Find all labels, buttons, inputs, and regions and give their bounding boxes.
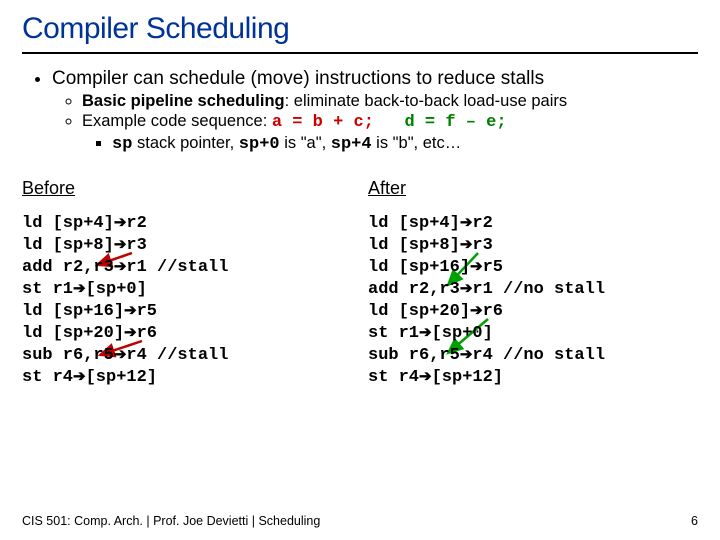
arrow-icon: ➔: [470, 257, 483, 277]
b-line8: st r4➔[sp+12]: [22, 367, 352, 389]
code-comparison: Before ld [sp+4]➔r2 ld [sp+8]➔r3 add r2,…: [22, 178, 698, 389]
bullet-list: Compiler can schedule (move) instruction…: [22, 68, 698, 154]
b-line1: ld [sp+4]➔r2: [22, 213, 352, 235]
a-line6: st r1➔[sp+0]: [368, 323, 698, 345]
code-expr-1: a = b + c;: [272, 113, 374, 132]
page-title: Compiler Scheduling: [22, 12, 698, 54]
bullet-1-text: Compiler can schedule (move) instruction…: [52, 68, 544, 89]
a-line3: ld [sp+16]➔r5: [368, 257, 698, 279]
sub1-rest: : eliminate back-to-back load-use pairs: [285, 92, 567, 110]
before-column: Before ld [sp+4]➔r2 ld [sp+8]➔r3 add r2,…: [22, 178, 352, 389]
bold-term: Basic pipeline scheduling: [82, 92, 285, 110]
sp4-desc: is "b", etc…: [372, 134, 462, 152]
arrow-icon: ➔: [124, 323, 137, 343]
arrow-icon: ➔: [73, 367, 86, 387]
before-code: ld [sp+4]➔r2 ld [sp+8]➔r3 add r2,r3➔r1 /…: [22, 213, 352, 389]
sp-desc: stack pointer,: [132, 134, 238, 152]
a-line1: ld [sp+4]➔r2: [368, 213, 698, 235]
a-line4: add r2,r3➔r1 //no stall: [368, 279, 698, 301]
arrow-icon: ➔: [460, 235, 473, 255]
arrow-icon: ➔: [419, 367, 432, 387]
a-line2: ld [sp+8]➔r3: [368, 235, 698, 257]
code-expr-2: d = f – e;: [405, 113, 507, 132]
sp0-code: sp+0: [239, 135, 280, 154]
sp0-desc: is "a",: [280, 134, 331, 152]
b-line7: sub r6,r5➔r4 //stall: [22, 345, 352, 367]
arrow-icon: ➔: [419, 323, 432, 343]
subbullet-1: Basic pipeline scheduling: eliminate bac…: [82, 92, 698, 111]
footer: CIS 501: Comp. Arch. | Prof. Joe Deviett…: [22, 514, 698, 528]
arrow-icon: ➔: [114, 345, 127, 365]
b-line6: ld [sp+20]➔r6: [22, 323, 352, 345]
arrow-icon: ➔: [124, 301, 137, 321]
after-code: ld [sp+4]➔r2 ld [sp+8]➔r3 ld [sp+16]➔r5 …: [368, 213, 698, 389]
subsubbullet-1: sp stack pointer, sp+0 is "a", sp+4 is "…: [112, 134, 698, 154]
arrow-icon: ➔: [460, 213, 473, 233]
sp-code: sp: [112, 135, 132, 154]
b-line2: ld [sp+8]➔r3: [22, 235, 352, 257]
arrow-icon: ➔: [114, 213, 127, 233]
arrow-icon: ➔: [460, 279, 473, 299]
subbullet-2: Example code sequence: a = b + c; d = f …: [82, 112, 698, 154]
a-line5: ld [sp+20]➔r6: [368, 301, 698, 323]
bullet-1: Compiler can schedule (move) instruction…: [52, 68, 698, 154]
arrow-icon: ➔: [114, 257, 127, 277]
b-line5: ld [sp+16]➔r5: [22, 301, 352, 323]
footer-text: CIS 501: Comp. Arch. | Prof. Joe Deviett…: [22, 514, 320, 528]
page-number: 6: [691, 514, 698, 528]
arrow-icon: ➔: [114, 235, 127, 255]
after-column: After ld [sp+4]➔r2 ld [sp+8]➔r3 ld [sp+1…: [368, 178, 698, 389]
before-heading: Before: [22, 178, 352, 199]
a-line7: sub r6,r5➔r4 //no stall: [368, 345, 698, 367]
sub2-intro: Example code sequence:: [82, 112, 272, 130]
after-heading: After: [368, 178, 698, 199]
b-line3: add r2,r3➔r1 //stall: [22, 257, 352, 279]
a-line8: st r4➔[sp+12]: [368, 367, 698, 389]
sp4-code: sp+4: [331, 135, 372, 154]
gap: [374, 113, 405, 132]
arrow-icon: ➔: [73, 279, 86, 299]
b-line4: st r1➔[sp+0]: [22, 279, 352, 301]
arrow-icon: ➔: [460, 345, 473, 365]
arrow-icon: ➔: [470, 301, 483, 321]
